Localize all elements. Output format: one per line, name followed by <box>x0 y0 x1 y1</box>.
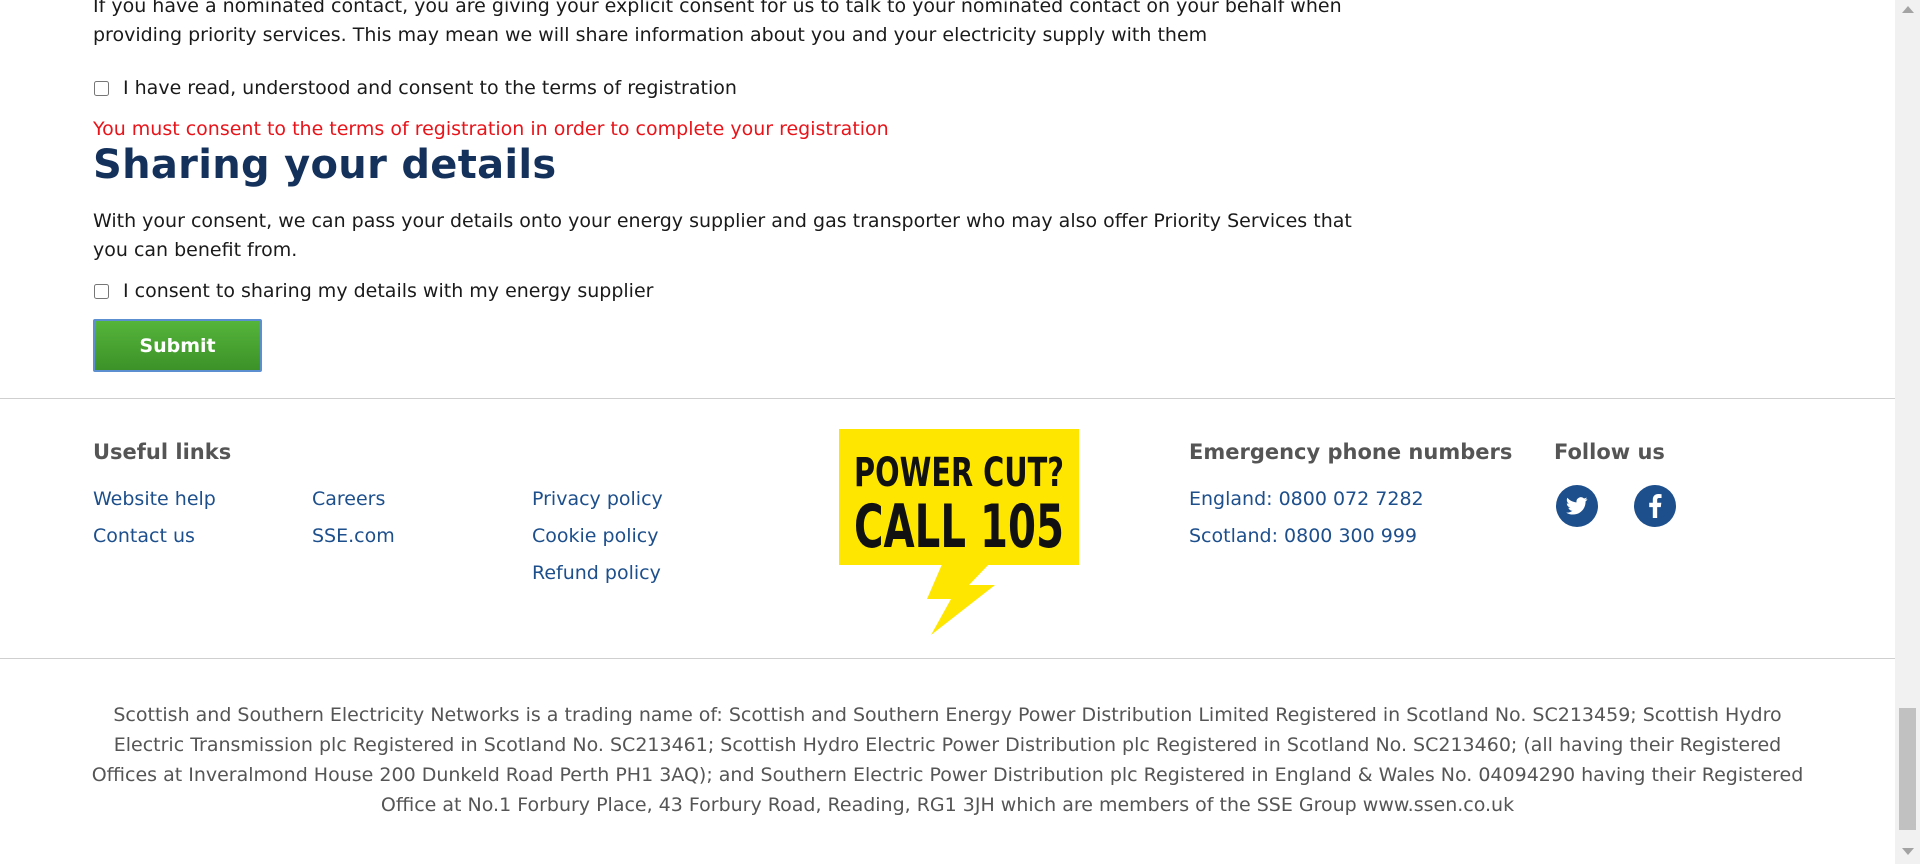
useful-links-title: Useful links <box>93 440 232 464</box>
sse-com-link[interactable]: SSE.com <box>312 525 395 547</box>
contact-us-link[interactable]: Contact us <box>93 525 195 547</box>
terms-consent-checkbox[interactable] <box>94 80 109 96</box>
cookie-policy-link[interactable]: Cookie policy <box>532 525 658 547</box>
sharing-details-heading: Sharing your details <box>93 142 557 188</box>
power-cut-call-105-logo[interactable]: POWER CUT? CALL 105 <box>839 429 1079 635</box>
england-phone-link[interactable]: England: 0800 072 7282 <box>1189 488 1424 510</box>
scroll-down-icon[interactable] <box>1902 848 1914 855</box>
privacy-policy-link[interactable]: Privacy policy <box>532 488 663 510</box>
footer-top-divider <box>0 398 1895 399</box>
legal-notice: Scottish and Southern Electricity Networ… <box>91 704 1804 816</box>
terms-error-message: You must consent to the terms of registr… <box>93 118 889 140</box>
twitter-link[interactable] <box>1556 485 1598 527</box>
facebook-link[interactable] <box>1634 485 1676 527</box>
lightning-bolt-icon <box>927 562 995 635</box>
refund-policy-link[interactable]: Refund policy <box>532 562 661 584</box>
sharing-consent-checkbox[interactable] <box>94 283 109 299</box>
sharing-consent-label: I consent to sharing my details with my … <box>123 280 654 302</box>
submit-button[interactable]: Submit <box>93 319 262 372</box>
careers-link[interactable]: Careers <box>312 488 385 510</box>
power-cut-line1: POWER CUT? <box>854 450 1064 496</box>
website-help-link[interactable]: Website help <box>93 488 216 510</box>
power-cut-line2: CALL 105 <box>854 492 1064 562</box>
scrollbar-thumb[interactable] <box>1899 708 1916 830</box>
follow-us-title: Follow us <box>1554 440 1665 464</box>
sharing-consent-row[interactable]: I consent to sharing my details with my … <box>93 280 653 302</box>
vertical-scrollbar[interactable] <box>1895 0 1920 864</box>
scotland-phone-link[interactable]: Scotland: 0800 300 999 <box>1189 525 1417 547</box>
nominated-contact-text: If you have a nominated contact, you are… <box>93 0 1342 46</box>
scroll-up-icon[interactable] <box>1902 6 1914 13</box>
page-viewport: If you have a nominated contact, you are… <box>0 0 1895 864</box>
sharing-details-text: With your consent, we can pass your deta… <box>93 210 1352 261</box>
terms-consent-row[interactable]: I have read, understood and consent to t… <box>93 77 737 99</box>
footer-legal-divider <box>0 658 1895 659</box>
twitter-icon <box>1566 497 1588 515</box>
emergency-numbers-title: Emergency phone numbers <box>1189 440 1513 464</box>
facebook-icon <box>1649 494 1662 518</box>
terms-consent-label: I have read, understood and consent to t… <box>123 77 737 99</box>
